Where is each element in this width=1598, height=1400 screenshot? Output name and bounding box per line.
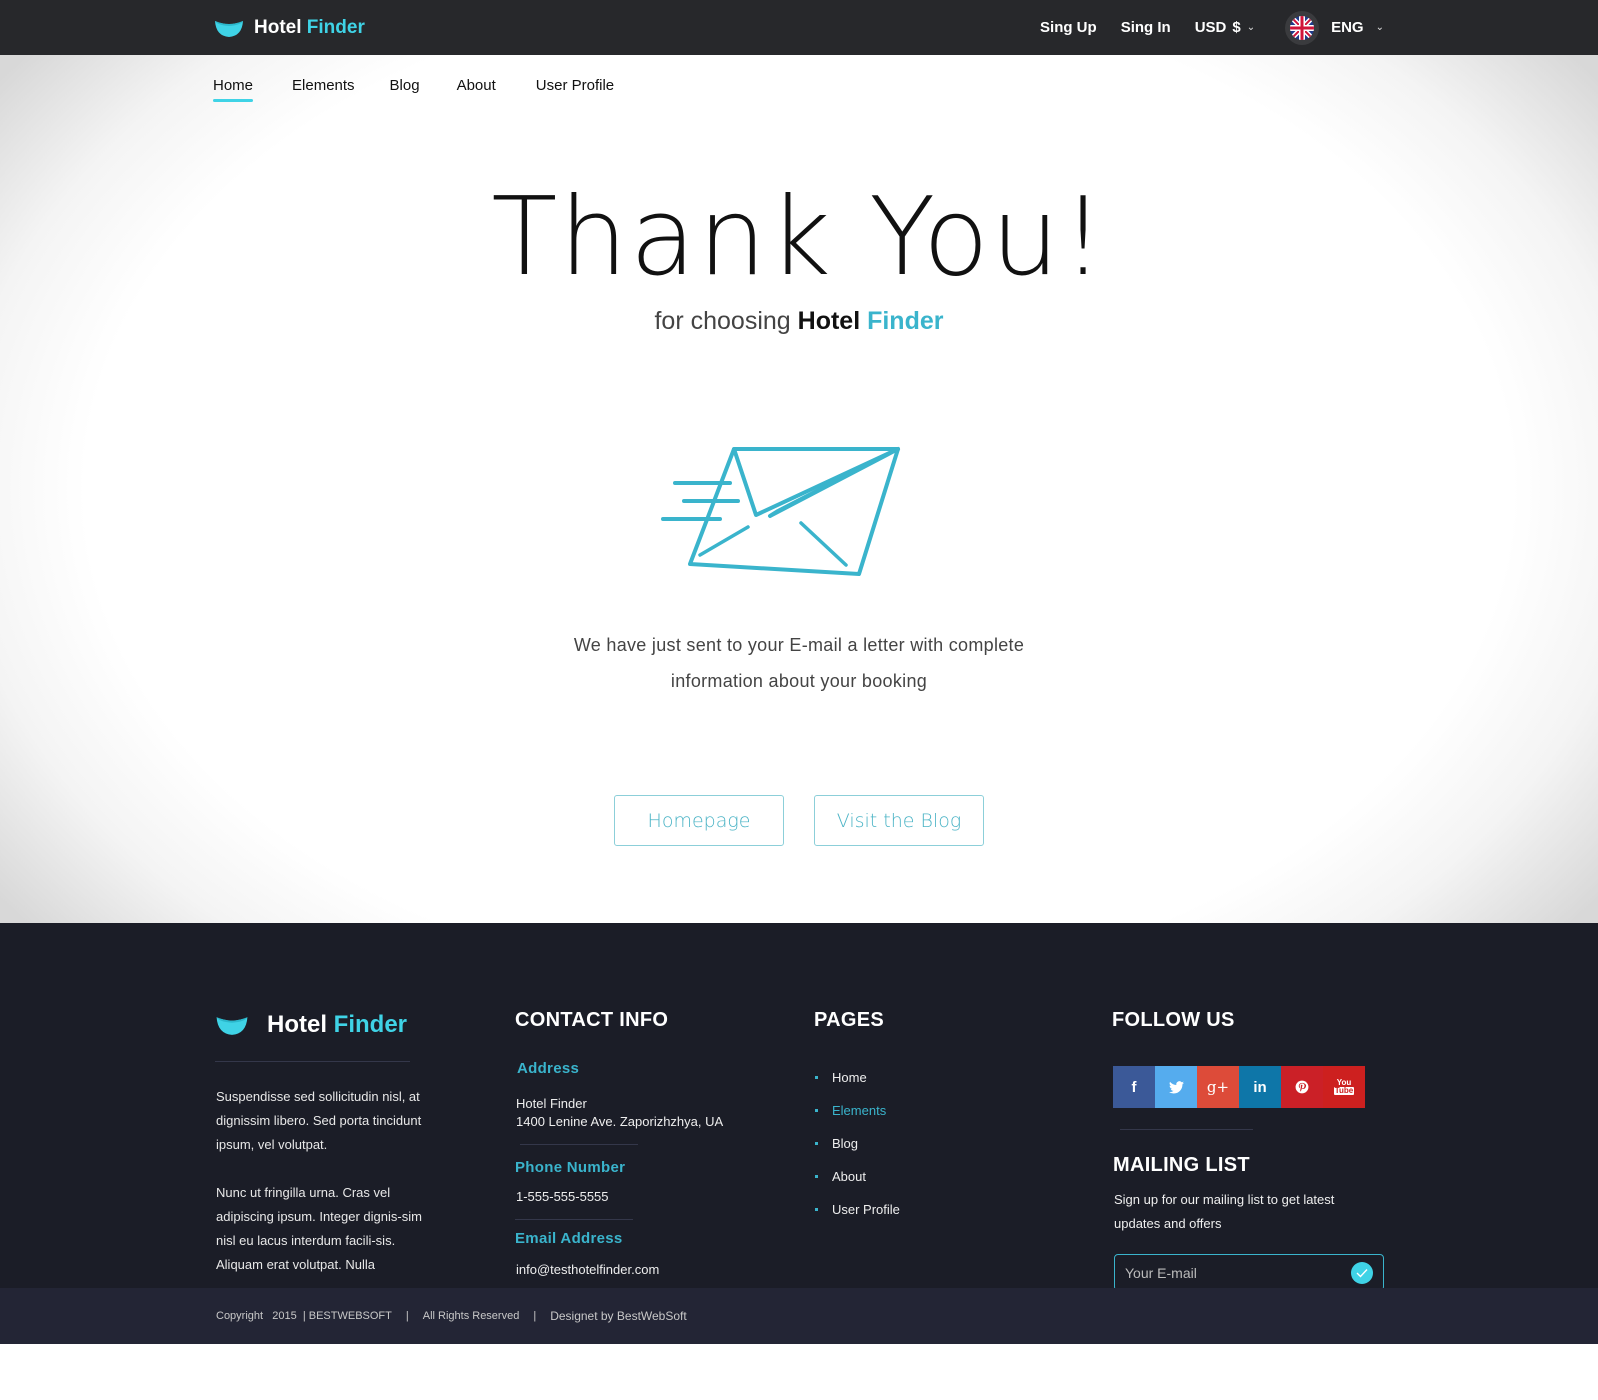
separator: | bbox=[533, 1310, 537, 1322]
sign-in-link[interactable]: Sing In bbox=[1121, 19, 1171, 36]
follow-heading: FOLLOW US bbox=[1112, 1009, 1235, 1031]
main-content: Home Elements Blog About User Profile Th… bbox=[0, 55, 1598, 923]
currency-code: USD bbox=[1194, 19, 1227, 36]
divider bbox=[515, 1219, 633, 1220]
footer-page-home[interactable]: Home bbox=[815, 1061, 900, 1094]
currency-dropdown[interactable]: USD $ ⌄ bbox=[1195, 19, 1255, 36]
homepage-button[interactable]: Homepage bbox=[614, 795, 784, 846]
social-links: f g+ in You Tube bbox=[1113, 1066, 1365, 1108]
designer-credit[interactable]: Designet by BestWebSoft bbox=[550, 1309, 687, 1323]
brand-logo[interactable]: Hotel Finder bbox=[214, 17, 365, 39]
divider bbox=[520, 1144, 638, 1145]
mailing-description: Sign up for our mailing list to get late… bbox=[1114, 1192, 1335, 1231]
copyright-text: Copyright 2015 | BESTWEBSOFT bbox=[216, 1310, 392, 1322]
email-label: Email Address bbox=[515, 1230, 623, 1247]
bullet-icon bbox=[815, 1076, 818, 1079]
phone-value: 1-555-555-5555 bbox=[516, 1189, 609, 1204]
footer-page-blog[interactable]: Blog bbox=[815, 1127, 900, 1160]
bullet-icon bbox=[815, 1109, 818, 1112]
divider bbox=[215, 1061, 410, 1062]
page-title: Thank You! bbox=[491, 175, 1107, 300]
confirmation-message: We have just sent to your E-mail a lette… bbox=[573, 635, 1025, 691]
currency-symbol: $ bbox=[1232, 19, 1241, 36]
email-value[interactable]: info@testhotelfinder.com bbox=[516, 1261, 659, 1279]
visit-blog-button[interactable]: Visit the Blog bbox=[814, 795, 984, 846]
separator: | bbox=[405, 1310, 409, 1322]
pages-heading: PAGES bbox=[814, 1009, 885, 1031]
address-label: Address bbox=[517, 1060, 580, 1077]
page-subtitle: for choosing Hotel Finder bbox=[654, 307, 944, 335]
footer-page-about[interactable]: About bbox=[815, 1160, 900, 1193]
footer-brand[interactable]: Hotel Finder bbox=[215, 1011, 407, 1039]
uk-flag-icon bbox=[1285, 10, 1320, 45]
footer-page-elements[interactable]: Elements bbox=[815, 1094, 900, 1127]
brand-name: Hotel Finder bbox=[254, 16, 365, 38]
sign-up-link[interactable]: Sing Up bbox=[1040, 19, 1097, 36]
footer-brand-name: Hotel Finder bbox=[267, 1011, 408, 1038]
language-code: ENG bbox=[1331, 19, 1364, 36]
logo-icon bbox=[215, 20, 243, 37]
bullet-icon bbox=[815, 1175, 818, 1178]
language-dropdown[interactable]: ENG ⌄ bbox=[1285, 10, 1384, 45]
footer-bottom-bar: Copyright 2015 | BESTWEBSOFT | All Right… bbox=[0, 1288, 1598, 1344]
newsletter-submit-button[interactable] bbox=[1351, 1261, 1373, 1284]
nav-item-home[interactable]: Home bbox=[213, 77, 254, 102]
footer-about-text: Suspendisse sed sollicitudin nisl, at di… bbox=[216, 1089, 422, 1272]
youtube-icon[interactable]: You Tube bbox=[1323, 1066, 1365, 1108]
bullet-icon bbox=[815, 1208, 818, 1211]
facebook-icon[interactable]: f bbox=[1113, 1066, 1155, 1108]
nav-item-user-profile[interactable]: User Profile bbox=[536, 77, 614, 102]
chevron-down-icon: ⌄ bbox=[1375, 22, 1384, 33]
nav-item-blog[interactable]: Blog bbox=[390, 77, 420, 102]
newsletter-form bbox=[1114, 1254, 1384, 1291]
bullet-icon bbox=[815, 1142, 818, 1145]
address-value: Hotel Finder 1400 Lenine Ave. Zaporizhzh… bbox=[516, 1096, 724, 1129]
footer-page-user-profile[interactable]: User Profile bbox=[815, 1193, 900, 1226]
top-bar: Hotel Finder Sing Up Sing In USD $ ⌄ ENG… bbox=[0, 0, 1598, 55]
phone-label: Phone Number bbox=[515, 1159, 626, 1176]
divider bbox=[1120, 1129, 1253, 1130]
twitter-icon[interactable] bbox=[1155, 1066, 1197, 1108]
main-nav: Home Elements Blog About User Profile bbox=[213, 77, 614, 102]
google-plus-icon[interactable]: g+ bbox=[1197, 1066, 1239, 1108]
nav-item-about[interactable]: About bbox=[457, 77, 496, 102]
newsletter-email-input[interactable] bbox=[1125, 1264, 1351, 1281]
chevron-down-icon: ⌄ bbox=[1246, 22, 1256, 33]
pinterest-icon[interactable] bbox=[1281, 1066, 1323, 1108]
logo-icon bbox=[216, 1017, 248, 1035]
sent-envelope-icon bbox=[661, 447, 900, 576]
contact-heading: CONTACT INFO bbox=[515, 1009, 669, 1031]
linkedin-icon[interactable]: in bbox=[1239, 1066, 1281, 1108]
nav-item-elements[interactable]: Elements bbox=[292, 77, 355, 102]
rights-text: All Rights Reserved bbox=[422, 1310, 520, 1322]
footer: Hotel Finder Suspendisse sed sollicitudi… bbox=[0, 923, 1598, 1344]
checkmark-icon bbox=[1356, 1268, 1368, 1278]
mailing-heading: MAILING LIST bbox=[1113, 1154, 1250, 1176]
footer-pages-list: Home Elements Blog About User Profile bbox=[815, 1061, 900, 1226]
